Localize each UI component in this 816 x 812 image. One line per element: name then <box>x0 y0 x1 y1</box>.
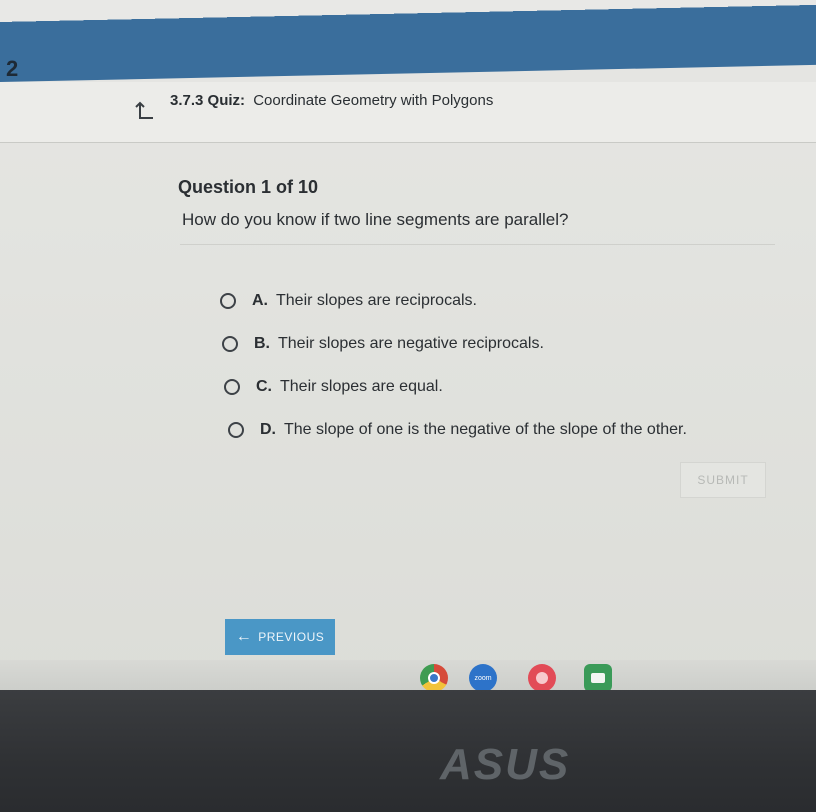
laptop-bezel <box>0 690 816 812</box>
option-letter: D. <box>260 421 276 438</box>
divider <box>180 244 775 245</box>
option-letter: B. <box>254 335 270 352</box>
quiz-name: Coordinate Geometry with Polygons <box>253 92 494 109</box>
submit-button[interactable]: SUBMIT <box>680 462 766 498</box>
option-text: Their slopes are reciprocals. <box>276 292 477 309</box>
photos-icon[interactable] <box>528 664 556 690</box>
shelf <box>0 660 816 690</box>
brand-logo: ASUS <box>440 740 571 789</box>
option-text: Their slopes are equal. <box>280 378 443 395</box>
quiz-title: 3.7.3 Quiz: Coordinate Geometry with Pol… <box>170 92 493 109</box>
radio-button-a[interactable] <box>220 293 236 309</box>
question-number: Question 1 of 10 <box>178 177 319 197</box>
previous-button[interactable]: ← PREVIOUS <box>225 619 335 655</box>
answer-option-b[interactable]: B. Their slopes are negative reciprocals… <box>222 335 544 353</box>
answer-option-c[interactable]: C. Their slopes are equal. <box>224 378 443 396</box>
radio-button-c[interactable] <box>224 379 240 395</box>
radio-button-d[interactable] <box>228 422 244 438</box>
screen: 2 3.7.3 Quiz: Coordinate Geometry with P… <box>0 0 816 690</box>
option-text: Their slopes are negative reciprocals. <box>278 335 544 352</box>
option-letter: A. <box>252 292 268 309</box>
quiz-label: 3.7.3 Quiz: <box>170 92 246 109</box>
option-text: The slope of one is the negative of the … <box>284 421 687 438</box>
answer-option-a[interactable]: A. Their slopes are reciprocals. <box>220 292 477 310</box>
zoom-label: zoom <box>474 674 492 682</box>
top-bar <box>0 0 816 83</box>
answer-option-d[interactable]: D. The slope of one is the negative of t… <box>228 421 687 439</box>
chrome-icon[interactable] <box>420 664 448 690</box>
meet-icon[interactable] <box>584 664 612 690</box>
left-arrow-icon: ← <box>235 628 253 645</box>
option-letter: C. <box>256 378 272 395</box>
question-text: How do you know if two line segments are… <box>182 210 569 229</box>
previous-label: PREVIOUS <box>258 630 325 644</box>
zoom-icon[interactable]: zoom <box>469 664 497 690</box>
up-arrow-icon[interactable] <box>134 100 156 122</box>
radio-button-b[interactable] <box>222 336 238 352</box>
page-number: 2 <box>6 56 19 81</box>
